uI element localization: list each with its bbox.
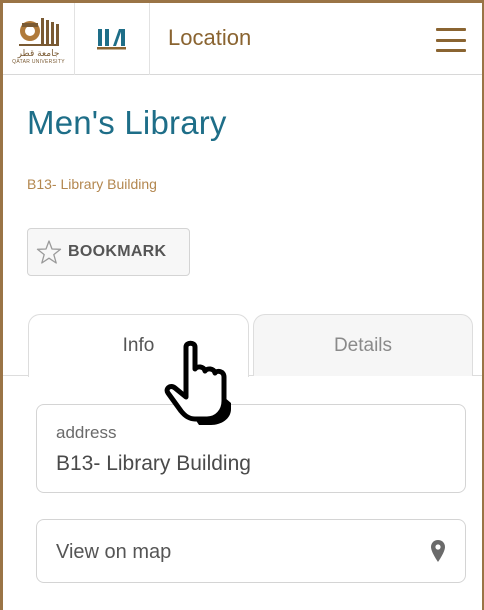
hamburger-menu-icon[interactable] [436, 28, 466, 52]
books-icon [97, 29, 126, 50]
header-title: Location [168, 25, 252, 50]
address-label: address [56, 423, 117, 442]
menu-bar [436, 49, 466, 52]
star-outline-icon [36, 240, 62, 264]
logo-arabic-text: جامعة قطر [17, 48, 60, 59]
app-header: جامعة قطر QATAR UNIVERSITY Location [3, 3, 482, 75]
address-value: B13- Library Building [56, 452, 251, 475]
app-frame: جامعة قطر QATAR UNIVERSITY Location Men'… [0, 0, 484, 610]
logo-latin-text: QATAR UNIVERSITY [12, 58, 65, 65]
books-button[interactable] [75, 3, 150, 75]
view-on-map-label: View on map [56, 541, 172, 563]
menu-bar [436, 28, 466, 31]
bookmark-label: BOOKMARK [68, 243, 167, 260]
page-title: Men's Library [27, 104, 227, 141]
logo[interactable]: جامعة قطر QATAR UNIVERSITY [3, 3, 75, 75]
map-pin-icon [431, 540, 445, 562]
view-on-map-button[interactable]: View on map [36, 519, 466, 583]
pointing-hand-cursor-icon [164, 340, 231, 425]
location-subtitle: B13- Library Building [27, 176, 157, 192]
address-card: address B13- Library Building [36, 404, 466, 493]
qatar-university-logo-icon [18, 17, 59, 46]
bookmark-button[interactable]: BOOKMARK [27, 228, 190, 276]
tab-details[interactable]: Details [253, 314, 473, 376]
menu-bar [436, 38, 466, 42]
